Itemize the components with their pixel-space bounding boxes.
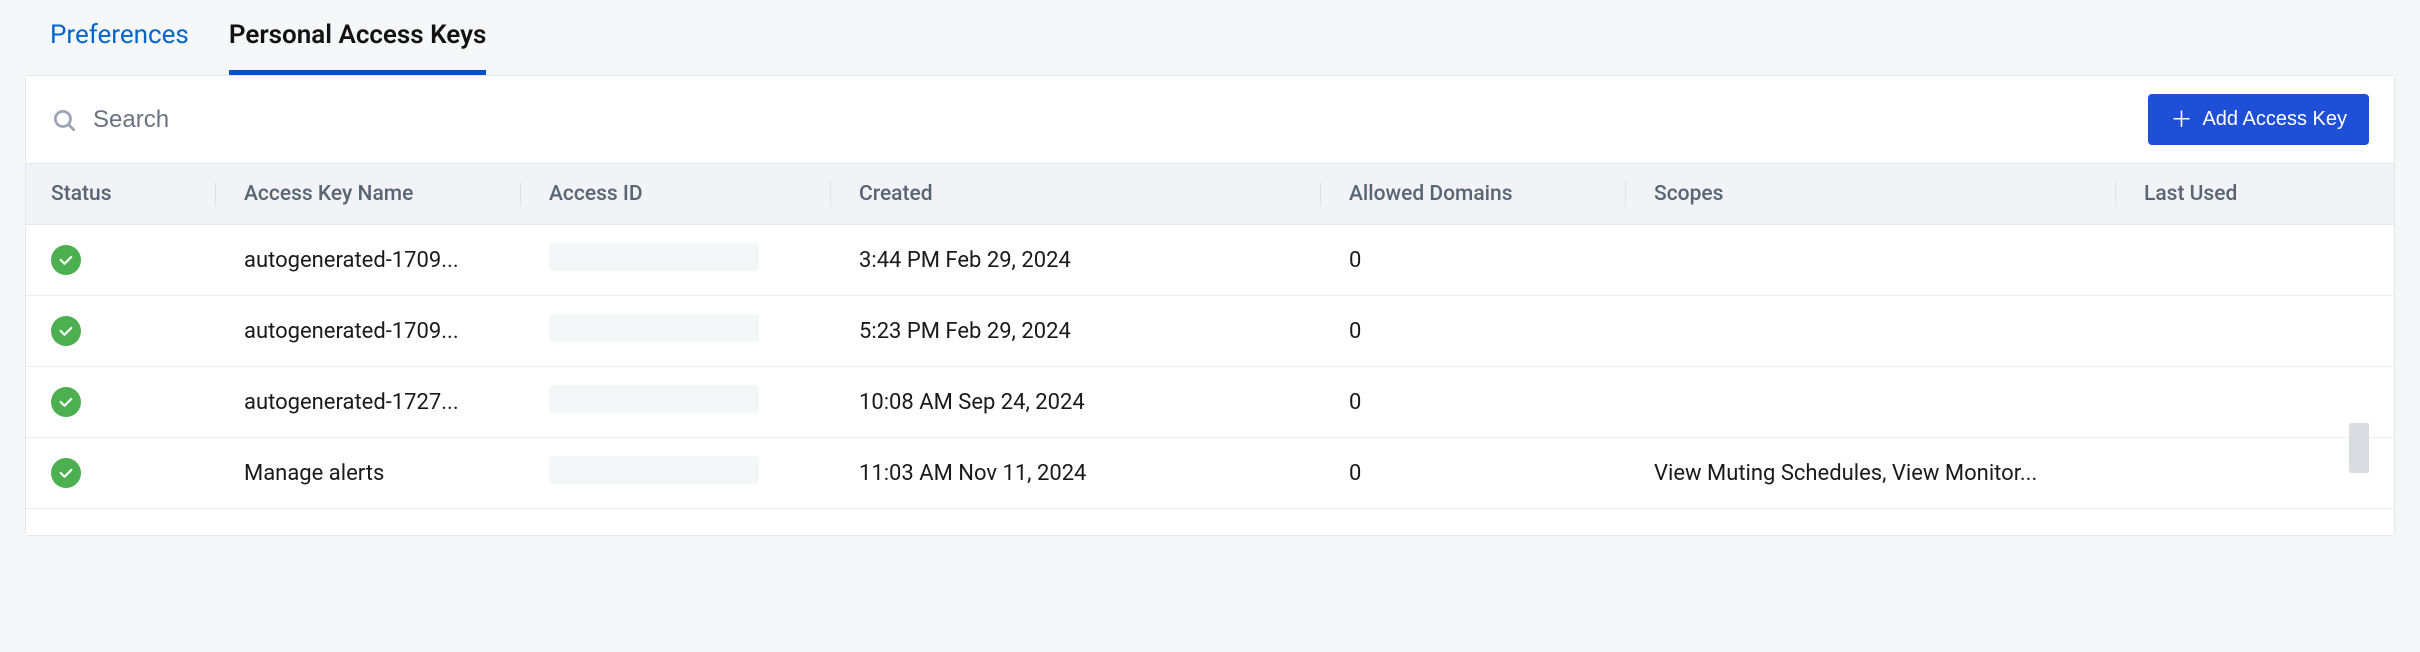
tab-preferences[interactable]: Preferences: [50, 20, 189, 75]
cell-name: autogenerated-1727...: [216, 390, 521, 415]
access-keys-panel: ＋ Add Access Key Status Access Key Name …: [25, 75, 2395, 536]
redacted-id: [549, 243, 759, 271]
status-ok-icon: [51, 458, 81, 488]
plus-icon: ＋: [2170, 109, 2192, 131]
table-row[interactable]: autogenerated-1709... 5:23 PM Feb 29, 20…: [26, 296, 2394, 367]
cell-created: 10:08 AM Sep 24, 2024: [831, 390, 1321, 415]
cell-domains: 0: [1321, 319, 1626, 344]
toolbar: ＋ Add Access Key: [26, 76, 2394, 163]
search-wrap: [51, 106, 2148, 134]
scrollbar-thumb[interactable]: [2349, 423, 2369, 473]
status-ok-icon: [51, 387, 81, 417]
cell-scopes: View Muting Schedules, View Monitor...: [1626, 461, 2116, 486]
cell-status: [51, 387, 216, 417]
cell-domains: 0: [1321, 390, 1626, 415]
redacted-id: [549, 456, 759, 484]
search-icon: [51, 107, 77, 133]
add-access-key-button[interactable]: ＋ Add Access Key: [2148, 94, 2369, 145]
col-header-scopes[interactable]: Scopes: [1626, 182, 2116, 206]
redacted-id: [549, 385, 759, 413]
cell-status: [51, 245, 216, 275]
table-row[interactable]: autogenerated-1727... 10:08 AM Sep 24, 2…: [26, 367, 2394, 438]
cell-id: [521, 243, 831, 277]
cell-domains: 0: [1321, 461, 1626, 486]
table-header: Status Access Key Name Access ID Created…: [26, 163, 2394, 225]
cell-domains: 0: [1321, 248, 1626, 273]
cell-id: [521, 314, 831, 348]
status-ok-icon: [51, 316, 81, 346]
cell-status: [51, 316, 216, 346]
col-header-name[interactable]: Access Key Name: [216, 182, 521, 206]
col-header-domains[interactable]: Allowed Domains: [1321, 182, 1626, 206]
add-button-label: Add Access Key: [2202, 108, 2347, 131]
cell-status: [51, 458, 216, 488]
table-footer-space: [26, 509, 2394, 535]
cell-id: [521, 385, 831, 419]
status-ok-icon: [51, 245, 81, 275]
col-header-status[interactable]: Status: [51, 182, 216, 206]
cell-created: 11:03 AM Nov 11, 2024: [831, 461, 1321, 486]
col-header-id[interactable]: Access ID: [521, 182, 831, 206]
cell-name: Manage alerts: [216, 461, 521, 486]
col-header-last[interactable]: Last Used: [2116, 182, 2369, 206]
cell-name: autogenerated-1709...: [216, 248, 521, 273]
search-input[interactable]: [93, 106, 493, 134]
cell-name: autogenerated-1709...: [216, 319, 521, 344]
redacted-id: [549, 314, 759, 342]
tabs-bar: Preferences Personal Access Keys: [0, 0, 2420, 75]
cell-created: 5:23 PM Feb 29, 2024: [831, 319, 1321, 344]
table-row[interactable]: autogenerated-1709... 3:44 PM Feb 29, 20…: [26, 225, 2394, 296]
cell-id: [521, 456, 831, 490]
table-row[interactable]: Manage alerts 11:03 AM Nov 11, 2024 0 Vi…: [26, 438, 2394, 509]
tab-personal-access-keys[interactable]: Personal Access Keys: [229, 20, 487, 75]
cell-created: 3:44 PM Feb 29, 2024: [831, 248, 1321, 273]
col-header-created[interactable]: Created: [831, 182, 1321, 206]
